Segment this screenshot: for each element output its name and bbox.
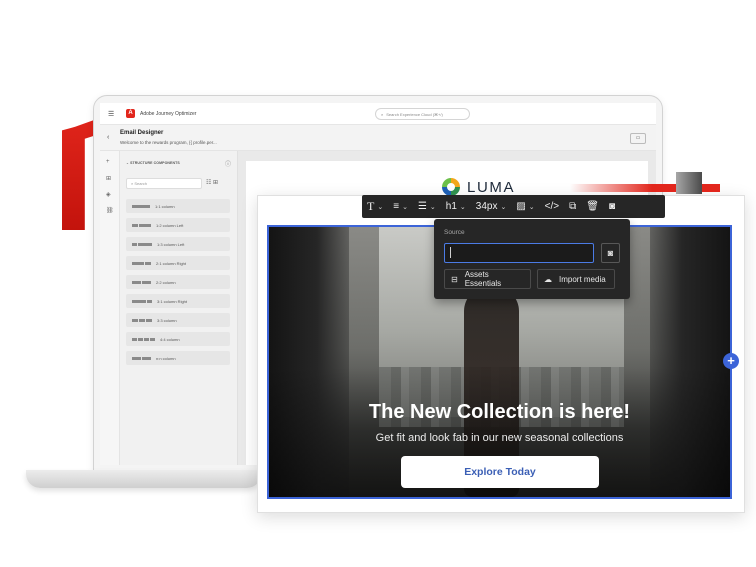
structure-components-panel: ⌄ STRUCTURE COMPONENTS ⓘ ⌕ Search ☷ ⊞ 1:… bbox=[120, 151, 238, 465]
chevron-down-icon: ⌄ bbox=[459, 203, 466, 211]
text-cursor bbox=[450, 247, 451, 258]
luma-logo-icon bbox=[442, 178, 460, 196]
component-item[interactable]: 1:2 column Left bbox=[126, 218, 230, 232]
link-icon[interactable]: ⛓ bbox=[106, 207, 114, 214]
chevron-down-icon: ⌄ bbox=[528, 203, 535, 211]
chevron-down-icon: ⌄ bbox=[402, 203, 408, 211]
image-button[interactable]: ▨ ⌄ bbox=[511, 195, 539, 218]
component-label: n:n column bbox=[156, 355, 176, 361]
text-style-button[interactable]: T ⌄ bbox=[362, 195, 388, 218]
page-title: Email Designer bbox=[120, 130, 164, 136]
menu-icon[interactable]: ☰ bbox=[108, 110, 118, 118]
info-icon[interactable]: ⓘ bbox=[225, 159, 231, 168]
source-input[interactable] bbox=[444, 243, 594, 263]
left-rail: + ⊞ ◈ ⛓ bbox=[100, 151, 120, 465]
fragment-icon: ◙ bbox=[608, 201, 616, 212]
assets-essentials-button[interactable]: ⊟ Assets Essentials bbox=[444, 269, 531, 289]
column-layout-icon bbox=[132, 318, 152, 322]
search-icon: ⌕ bbox=[381, 111, 384, 117]
font-size-select[interactable]: 34px ⌄ bbox=[471, 195, 512, 218]
save-fragment-button[interactable]: ◙ bbox=[604, 195, 620, 218]
assets-icon: ⊟ bbox=[451, 274, 458, 284]
trash-icon: 🗑 bbox=[586, 201, 599, 212]
view-toggle-icons[interactable]: ☷ ⊞ bbox=[206, 179, 218, 186]
component-label: 3:3 column bbox=[157, 317, 177, 323]
component-item[interactable]: 4:4 column bbox=[126, 332, 230, 346]
cloud-upload-icon: ☁ bbox=[544, 274, 552, 284]
designer-header: ‹ Email Designer Welcome to the rewards … bbox=[100, 125, 656, 151]
luma-wordmark: LUMA bbox=[467, 178, 516, 196]
components-search-placeholder: Search bbox=[134, 181, 148, 186]
component-label: 1:1 column bbox=[155, 203, 175, 209]
component-item[interactable]: 1:3 column Left bbox=[126, 237, 230, 251]
column-layout-icon bbox=[132, 299, 152, 303]
column-layout-icon bbox=[132, 356, 151, 360]
structure-icon[interactable]: ⊞ bbox=[106, 175, 111, 182]
text-toolbar: T ⌄ ≡ ⌄ ☰ ⌄ h1 ⌄ 34px ⌄ ▨ ⌄ </> ⧉ 🗑 ◙ bbox=[362, 195, 665, 218]
column-layout-icon bbox=[132, 337, 155, 341]
laptop-base bbox=[26, 470, 261, 488]
chevron-down-icon: ⌄ bbox=[500, 203, 507, 211]
component-label: 2:1 column Right bbox=[156, 260, 187, 266]
panel-header[interactable]: ⌄ STRUCTURE COMPONENTS bbox=[126, 161, 180, 165]
app-title: Adobe Journey Optimizer bbox=[140, 110, 197, 117]
column-layout-icon bbox=[132, 280, 151, 284]
components-list: 1:1 column 1:2 column Left 1:3 column Left… bbox=[126, 199, 230, 370]
component-item[interactable]: 3:1 column Right bbox=[126, 294, 230, 308]
heading-value: h1 bbox=[445, 201, 457, 212]
code-button[interactable]: </> bbox=[540, 195, 564, 218]
add-block-button[interactable]: + bbox=[723, 353, 739, 369]
component-label: 1:2 column Left bbox=[156, 222, 184, 228]
global-search-placeholder: Search Experience Cloud (⌘+/) bbox=[386, 111, 443, 117]
component-item[interactable]: 2:2 column bbox=[126, 275, 230, 289]
back-arrow-icon[interactable]: ‹ bbox=[107, 134, 109, 141]
chevron-down-icon: ⌄ bbox=[429, 203, 436, 211]
column-layout-icon bbox=[132, 261, 151, 265]
component-item[interactable]: n:n column bbox=[126, 351, 230, 365]
hero-subheadline[interactable]: Get fit and look fab in our new seasonal… bbox=[269, 432, 730, 444]
align-center-icon: ≡ bbox=[393, 201, 400, 212]
assets-essentials-label: Assets Essentials bbox=[464, 270, 502, 288]
explore-today-button[interactable]: Explore Today bbox=[401, 456, 599, 488]
component-label: 2:2 column bbox=[156, 279, 176, 285]
list-icon: ☰ bbox=[417, 201, 427, 212]
code-icon: </> bbox=[544, 201, 560, 212]
delete-button[interactable]: 🗑 bbox=[581, 195, 604, 218]
component-label: 1:3 column Left bbox=[157, 241, 185, 247]
duplicate-icon: ⧉ bbox=[569, 201, 577, 212]
hero-headline[interactable]: The New Collection is here! bbox=[269, 401, 730, 424]
add-icon[interactable]: + bbox=[106, 159, 110, 165]
desktop-icon[interactable]: ▭ bbox=[630, 133, 646, 144]
component-item[interactable]: 3:3 column bbox=[126, 313, 230, 327]
image-icon: ▨ bbox=[516, 201, 526, 212]
email-subject: Welcome to the rewards program, {{ profi… bbox=[120, 140, 217, 145]
column-layout-icon bbox=[132, 204, 150, 208]
asset-picker-icon[interactable]: ◙ bbox=[601, 243, 620, 263]
duplicate-button[interactable]: ⧉ bbox=[564, 195, 581, 218]
adobe-logo: A bbox=[126, 109, 135, 118]
source-label: Source bbox=[444, 229, 465, 236]
decorative-gray-block bbox=[676, 172, 702, 194]
column-layout-icon bbox=[132, 223, 151, 227]
component-label: 3:1 column Right bbox=[157, 298, 188, 304]
layers-icon[interactable]: ◈ bbox=[106, 191, 111, 198]
component-label: 4:4 column bbox=[160, 336, 180, 342]
components-search-input[interactable]: ⌕ Search bbox=[126, 178, 202, 189]
chevron-down-icon: ⌄ bbox=[377, 203, 384, 211]
import-media-label: Import media bbox=[559, 274, 606, 284]
column-layout-icon bbox=[132, 242, 152, 246]
text-icon: T bbox=[367, 199, 375, 213]
app-top-bar: ☰ A Adobe Journey Optimizer ⌕ Search Exp… bbox=[100, 103, 656, 125]
component-item[interactable]: 2:1 column Right bbox=[126, 256, 230, 270]
component-item[interactable]: 1:1 column bbox=[126, 199, 230, 213]
heading-select[interactable]: h1 ⌄ bbox=[441, 195, 471, 218]
list-button[interactable]: ☰ ⌄ bbox=[413, 195, 441, 218]
align-button[interactable]: ≡ ⌄ bbox=[388, 195, 413, 218]
global-search-input[interactable]: ⌕ Search Experience Cloud (⌘+/) bbox=[375, 108, 470, 120]
font-size-value: 34px bbox=[475, 201, 498, 212]
import-media-button[interactable]: ☁ Import media bbox=[537, 269, 615, 289]
panel-header-label: STRUCTURE COMPONENTS bbox=[130, 161, 180, 165]
source-popover: Source ◙ ⊟ Assets Essentials ☁ Import me… bbox=[434, 219, 630, 299]
